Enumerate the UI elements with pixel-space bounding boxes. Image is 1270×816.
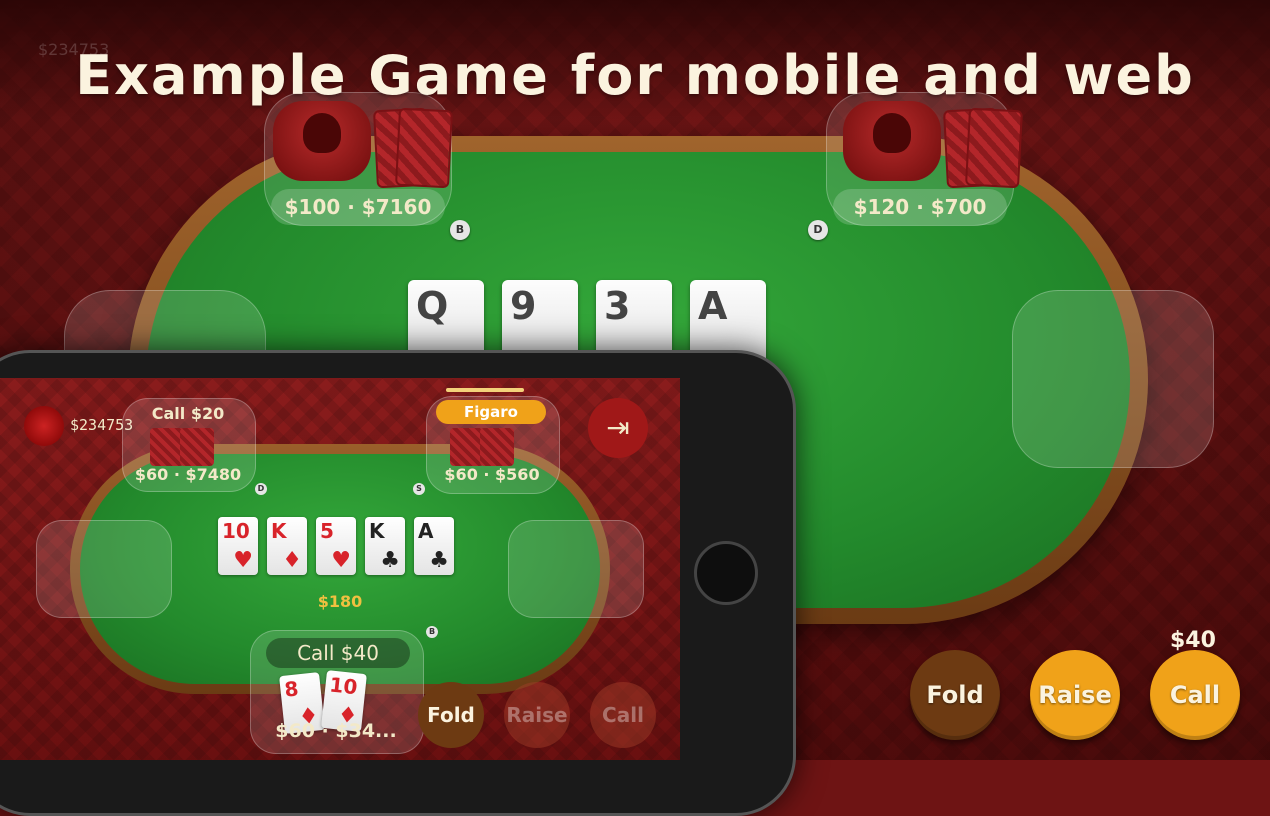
- mobile-empty-seat-left[interactable]: [36, 520, 172, 618]
- board-card: 5 ♥: [316, 517, 356, 575]
- fold-button[interactable]: Fold: [910, 650, 1000, 740]
- bankroll: $120 · $700: [833, 189, 1007, 225]
- player-status: Call $20: [151, 404, 225, 423]
- card-back: [180, 428, 214, 466]
- mobile-raise-button[interactable]: Raise: [504, 682, 570, 748]
- pot-amount: $180: [317, 592, 363, 611]
- board-card: A ♣: [414, 517, 454, 575]
- exit-button[interactable]: ⇥: [588, 398, 648, 458]
- card-back: [964, 107, 1024, 189]
- hero-status: Call $40: [266, 638, 410, 668]
- dealer-chip: D: [808, 220, 828, 240]
- board-card: K ♣: [365, 517, 405, 575]
- call-button[interactable]: Call: [1150, 650, 1240, 740]
- headline: Example Game for mobile and web: [75, 44, 1195, 107]
- big-blind-chip: B: [450, 220, 470, 240]
- player-name-badge: Figaro: [436, 400, 546, 424]
- mobile-fold-button[interactable]: Fold: [418, 682, 484, 748]
- web-seat-2[interactable]: $120 · $700: [826, 92, 1024, 226]
- raise-button[interactable]: Raise: [1030, 650, 1120, 740]
- bankroll: $60 · $560: [444, 465, 540, 484]
- turn-indicator: [446, 388, 524, 392]
- user-avatar[interactable]: [24, 406, 64, 446]
- board-card: 10 ♥: [218, 517, 258, 575]
- exit-icon: ⇥: [606, 411, 630, 444]
- avatar: [843, 101, 941, 181]
- web-seat-1[interactable]: $100 · $7160: [264, 92, 454, 226]
- card-back: [450, 428, 484, 466]
- card-back: [480, 428, 514, 466]
- avatar: [273, 101, 371, 181]
- mobile-call-button[interactable]: Call: [590, 682, 656, 748]
- small-blind-chip: S: [413, 483, 425, 495]
- bankroll: $100 · $7160: [271, 189, 445, 225]
- mobile-empty-seat-right[interactable]: [508, 520, 644, 618]
- dealer-chip: D: [255, 483, 267, 495]
- bankroll: $60 · $34...: [275, 720, 397, 742]
- card-back: [394, 107, 454, 189]
- big-blind-chip: B: [426, 626, 438, 638]
- phone-home-button: [694, 541, 758, 605]
- card-back: [150, 428, 184, 466]
- web-empty-seat-right[interactable]: [1012, 290, 1214, 468]
- board-card: K ♦: [267, 517, 307, 575]
- bankroll: $60 · $7480: [134, 465, 242, 484]
